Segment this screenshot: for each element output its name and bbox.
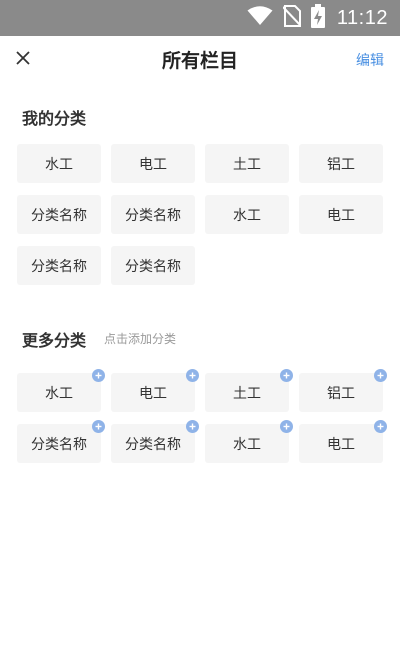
add-icon[interactable] bbox=[374, 369, 387, 382]
my-category-item[interactable]: 分类名称 bbox=[17, 195, 101, 234]
more-category-label: 分类名称 bbox=[31, 436, 87, 453]
more-category-label: 土工 bbox=[233, 385, 261, 402]
more-categories-hint: 点击添加分类 bbox=[104, 332, 177, 346]
more-category-item[interactable]: 分类名称 bbox=[111, 420, 199, 463]
more-category-item[interactable]: 土工 bbox=[205, 369, 293, 412]
status-time: 11:12 bbox=[336, 6, 388, 29]
my-categories-grid: 水工 电工 土工 铝工 分类名称 分类名称 水工 电工 分类名称 分类名称 bbox=[17, 144, 383, 285]
add-icon[interactable] bbox=[280, 420, 293, 433]
add-icon[interactable] bbox=[92, 420, 105, 433]
my-category-item[interactable]: 水工 bbox=[17, 144, 101, 183]
my-category-item[interactable]: 水工 bbox=[205, 195, 289, 234]
more-category-item[interactable]: 水工 bbox=[205, 420, 293, 463]
more-categories-grid: 水工 电工 土工 铝工 分类名称 分类名称 水工 电工 bbox=[17, 369, 387, 463]
my-category-item[interactable]: 土工 bbox=[205, 144, 289, 183]
status-bar: 11:12 bbox=[0, 0, 400, 36]
more-category-item[interactable]: 电工 bbox=[299, 420, 387, 463]
add-icon[interactable] bbox=[280, 369, 293, 382]
no-sim-icon bbox=[282, 5, 302, 31]
more-category-label: 电工 bbox=[139, 385, 167, 402]
add-icon[interactable] bbox=[92, 369, 105, 382]
my-category-item[interactable]: 分类名称 bbox=[111, 246, 195, 285]
more-category-item[interactable]: 铝工 bbox=[299, 369, 387, 412]
more-category-label: 分类名称 bbox=[125, 436, 181, 453]
more-category-label: 电工 bbox=[327, 436, 355, 453]
my-category-item[interactable]: 分类名称 bbox=[17, 246, 101, 285]
more-category-item[interactable]: 分类名称 bbox=[17, 420, 105, 463]
my-category-item[interactable]: 铝工 bbox=[299, 144, 383, 183]
my-category-item[interactable]: 电工 bbox=[111, 144, 195, 183]
page-title: 所有栏目 bbox=[161, 50, 238, 72]
more-category-label: 铝工 bbox=[327, 385, 355, 402]
header: 所有栏目 编辑 bbox=[0, 36, 400, 84]
more-category-item[interactable]: 电工 bbox=[111, 369, 199, 412]
more-category-item[interactable]: 水工 bbox=[17, 369, 105, 412]
battery-charging-icon bbox=[310, 4, 325, 32]
add-icon[interactable] bbox=[186, 369, 199, 382]
wifi-icon bbox=[247, 6, 273, 30]
add-icon[interactable] bbox=[374, 420, 387, 433]
my-category-item[interactable]: 电工 bbox=[299, 195, 383, 234]
edit-button[interactable]: 编辑 bbox=[356, 50, 384, 70]
more-categories-title: 更多分类 bbox=[22, 331, 87, 350]
more-category-label: 水工 bbox=[233, 436, 261, 453]
my-category-item[interactable]: 分类名称 bbox=[111, 195, 195, 234]
status-icons: 11:12 bbox=[247, 0, 388, 36]
add-icon[interactable] bbox=[186, 420, 199, 433]
my-categories-title: 我的分类 bbox=[22, 109, 87, 128]
more-category-label: 水工 bbox=[45, 385, 73, 402]
